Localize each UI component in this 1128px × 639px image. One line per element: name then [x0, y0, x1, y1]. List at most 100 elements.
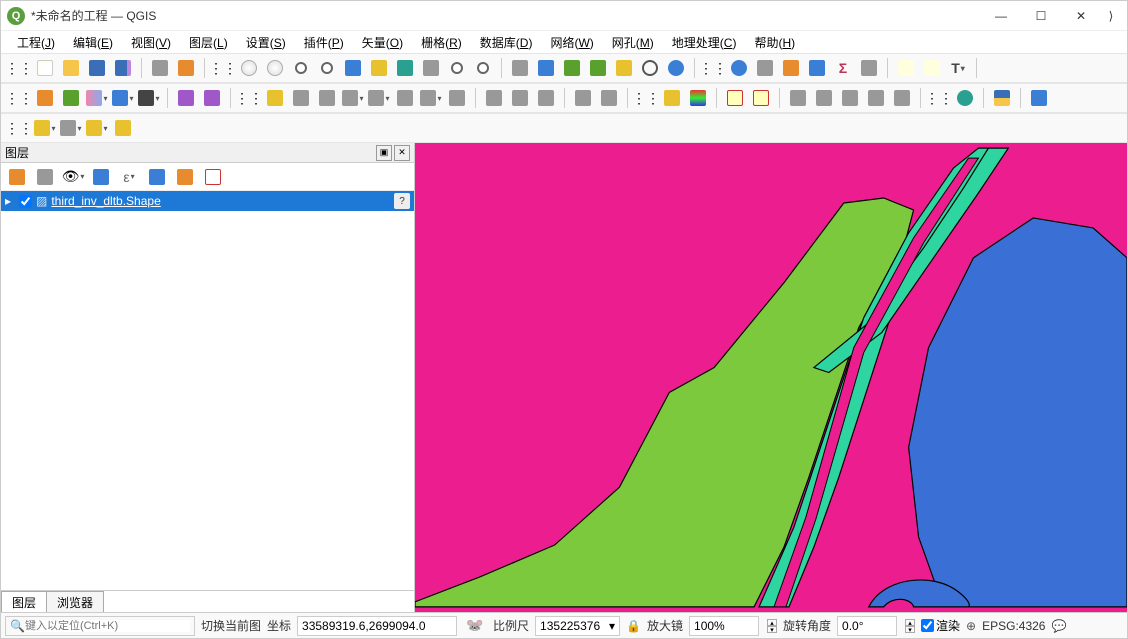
- expression-filter-button[interactable]: ε: [117, 165, 141, 189]
- expand-all-button[interactable]: [145, 165, 169, 189]
- change-label-button[interactable]: [890, 86, 914, 110]
- zoom-next-button[interactable]: [471, 56, 495, 80]
- maptips-button[interactable]: [894, 56, 918, 80]
- add-raster-button[interactable]: [111, 86, 135, 110]
- stats-button[interactable]: Σ: [831, 56, 855, 80]
- layer-name[interactable]: third_inv_dltb.Shape: [51, 194, 160, 208]
- refresh-button[interactable]: [664, 56, 688, 80]
- help-button[interactable]: [1027, 86, 1051, 110]
- copy-button[interactable]: [508, 86, 532, 110]
- select-value-button[interactable]: [59, 116, 83, 140]
- rotation-spinner[interactable]: ▴▾: [905, 619, 915, 633]
- python-console-button[interactable]: [990, 86, 1014, 110]
- panel-undock-button[interactable]: ▣: [376, 145, 392, 161]
- modify-button[interactable]: [419, 86, 443, 110]
- filter-legend-button[interactable]: [89, 165, 113, 189]
- pan-button[interactable]: [237, 56, 261, 80]
- grip-icon[interactable]: ⋮⋮: [927, 86, 951, 110]
- new-map-view-button[interactable]: [508, 56, 532, 80]
- menu-栅格[interactable]: 栅格(R): [415, 32, 468, 53]
- more-icon[interactable]: ⟩: [1101, 2, 1121, 30]
- deselect-button[interactable]: [85, 116, 109, 140]
- scale-field[interactable]: 135225376▾: [535, 616, 620, 636]
- maximize-button[interactable]: ☐: [1021, 2, 1061, 30]
- bookmark-button[interactable]: [560, 56, 584, 80]
- plugin-globe-button[interactable]: [953, 86, 977, 110]
- attribute-table-button[interactable]: [753, 56, 777, 80]
- magnifier-spinner[interactable]: ▴▾: [767, 619, 777, 633]
- style-manager-button[interactable]: [174, 56, 198, 80]
- menu-工程[interactable]: 工程(J): [11, 32, 61, 53]
- tab-layers[interactable]: 图层: [1, 591, 47, 612]
- coordinate-field[interactable]: 33589319.6,2699094.0: [297, 616, 457, 636]
- menu-图层[interactable]: 图层(L): [183, 32, 234, 53]
- menu-数据库[interactable]: 数据库(D): [474, 32, 539, 53]
- delete-button[interactable]: [445, 86, 469, 110]
- collapse-all-button[interactable]: [173, 165, 197, 189]
- undo-button[interactable]: [571, 86, 595, 110]
- grip-icon[interactable]: ⋮⋮: [211, 56, 235, 80]
- menu-编辑[interactable]: 编辑(E): [67, 32, 119, 53]
- toggle-view-label[interactable]: 切换当前图: [201, 617, 261, 634]
- menu-网络[interactable]: 网络(W): [544, 32, 599, 53]
- field-calc-button[interactable]: [779, 56, 803, 80]
- measure-button[interactable]: [857, 56, 881, 80]
- open-project-button[interactable]: [59, 56, 83, 80]
- redo-button[interactable]: [597, 86, 621, 110]
- layer-visibility-checkbox[interactable]: [19, 195, 32, 208]
- lock-scale-icon[interactable]: 🔒: [626, 619, 641, 633]
- invert-select-button[interactable]: [111, 116, 135, 140]
- toggle-editing-button[interactable]: [263, 86, 287, 110]
- show-label-button[interactable]: [838, 86, 862, 110]
- render-checkbox[interactable]: 渲染: [921, 617, 960, 634]
- zoom-out-button[interactable]: [315, 56, 339, 80]
- remove-layer-button[interactable]: [201, 165, 225, 189]
- magnifier-field[interactable]: 100%: [689, 616, 759, 636]
- add-feature-button[interactable]: [315, 86, 339, 110]
- messages-icon[interactable]: 💬: [1051, 619, 1066, 633]
- add-group-button[interactable]: [33, 165, 57, 189]
- grip-icon[interactable]: ⋮⋮: [7, 116, 31, 140]
- grip-icon[interactable]: ⋮⋮: [7, 56, 31, 80]
- time-button[interactable]: [638, 56, 662, 80]
- label-button[interactable]: [660, 86, 684, 110]
- save-button[interactable]: [85, 56, 109, 80]
- grip-icon[interactable]: ⋮⋮: [634, 86, 658, 110]
- new-project-button[interactable]: [33, 56, 57, 80]
- select-features-button[interactable]: [33, 116, 57, 140]
- zoom-full-button[interactable]: [341, 56, 365, 80]
- menu-网孔[interactable]: 网孔(M): [606, 32, 660, 53]
- virtual-layer-button[interactable]: [174, 86, 198, 110]
- paste-button[interactable]: [534, 86, 558, 110]
- menu-矢量[interactable]: 矢量(O): [356, 32, 409, 53]
- zoom-layer-button[interactable]: [393, 56, 417, 80]
- annotation-button[interactable]: [920, 56, 944, 80]
- crs-icon[interactable]: ⊕: [966, 619, 976, 633]
- layers-tree[interactable]: ▸ ▨ third_inv_dltb.Shape ?: [1, 191, 414, 590]
- menu-设置[interactable]: 设置(S): [240, 32, 292, 53]
- zoom-last-button[interactable]: [445, 56, 469, 80]
- cut-button[interactable]: [482, 86, 506, 110]
- minimize-button[interactable]: —: [981, 2, 1021, 30]
- layer-row[interactable]: ▸ ▨ third_inv_dltb.Shape ?: [1, 191, 414, 211]
- expand-arrow-icon[interactable]: ▸: [5, 194, 15, 208]
- vertex-tool-button[interactable]: [393, 86, 417, 110]
- move-label-button[interactable]: [786, 86, 810, 110]
- visibility-button[interactable]: 👁: [61, 165, 85, 189]
- diagram-button[interactable]: [686, 86, 710, 110]
- map-canvas[interactable]: [415, 143, 1127, 612]
- crs-label[interactable]: EPSG:4326: [982, 619, 1045, 633]
- layer-style-button[interactable]: [5, 165, 29, 189]
- menu-帮助[interactable]: 帮助(H): [748, 32, 801, 53]
- tab-browser[interactable]: 浏览器: [46, 591, 104, 612]
- new-geopackage-button[interactable]: [59, 86, 83, 110]
- coordinate-toggle-icon[interactable]: 🐭: [463, 614, 487, 638]
- save-as-button[interactable]: [111, 56, 135, 80]
- zoom-selection-button[interactable]: [367, 56, 391, 80]
- locator-search[interactable]: 🔍: [5, 616, 195, 636]
- zoom-native-button[interactable]: [419, 56, 443, 80]
- temporal-button[interactable]: [612, 56, 636, 80]
- grip-icon[interactable]: ⋮⋮: [237, 86, 261, 110]
- add-mesh-button[interactable]: [137, 86, 161, 110]
- save-edits-button[interactable]: [289, 86, 313, 110]
